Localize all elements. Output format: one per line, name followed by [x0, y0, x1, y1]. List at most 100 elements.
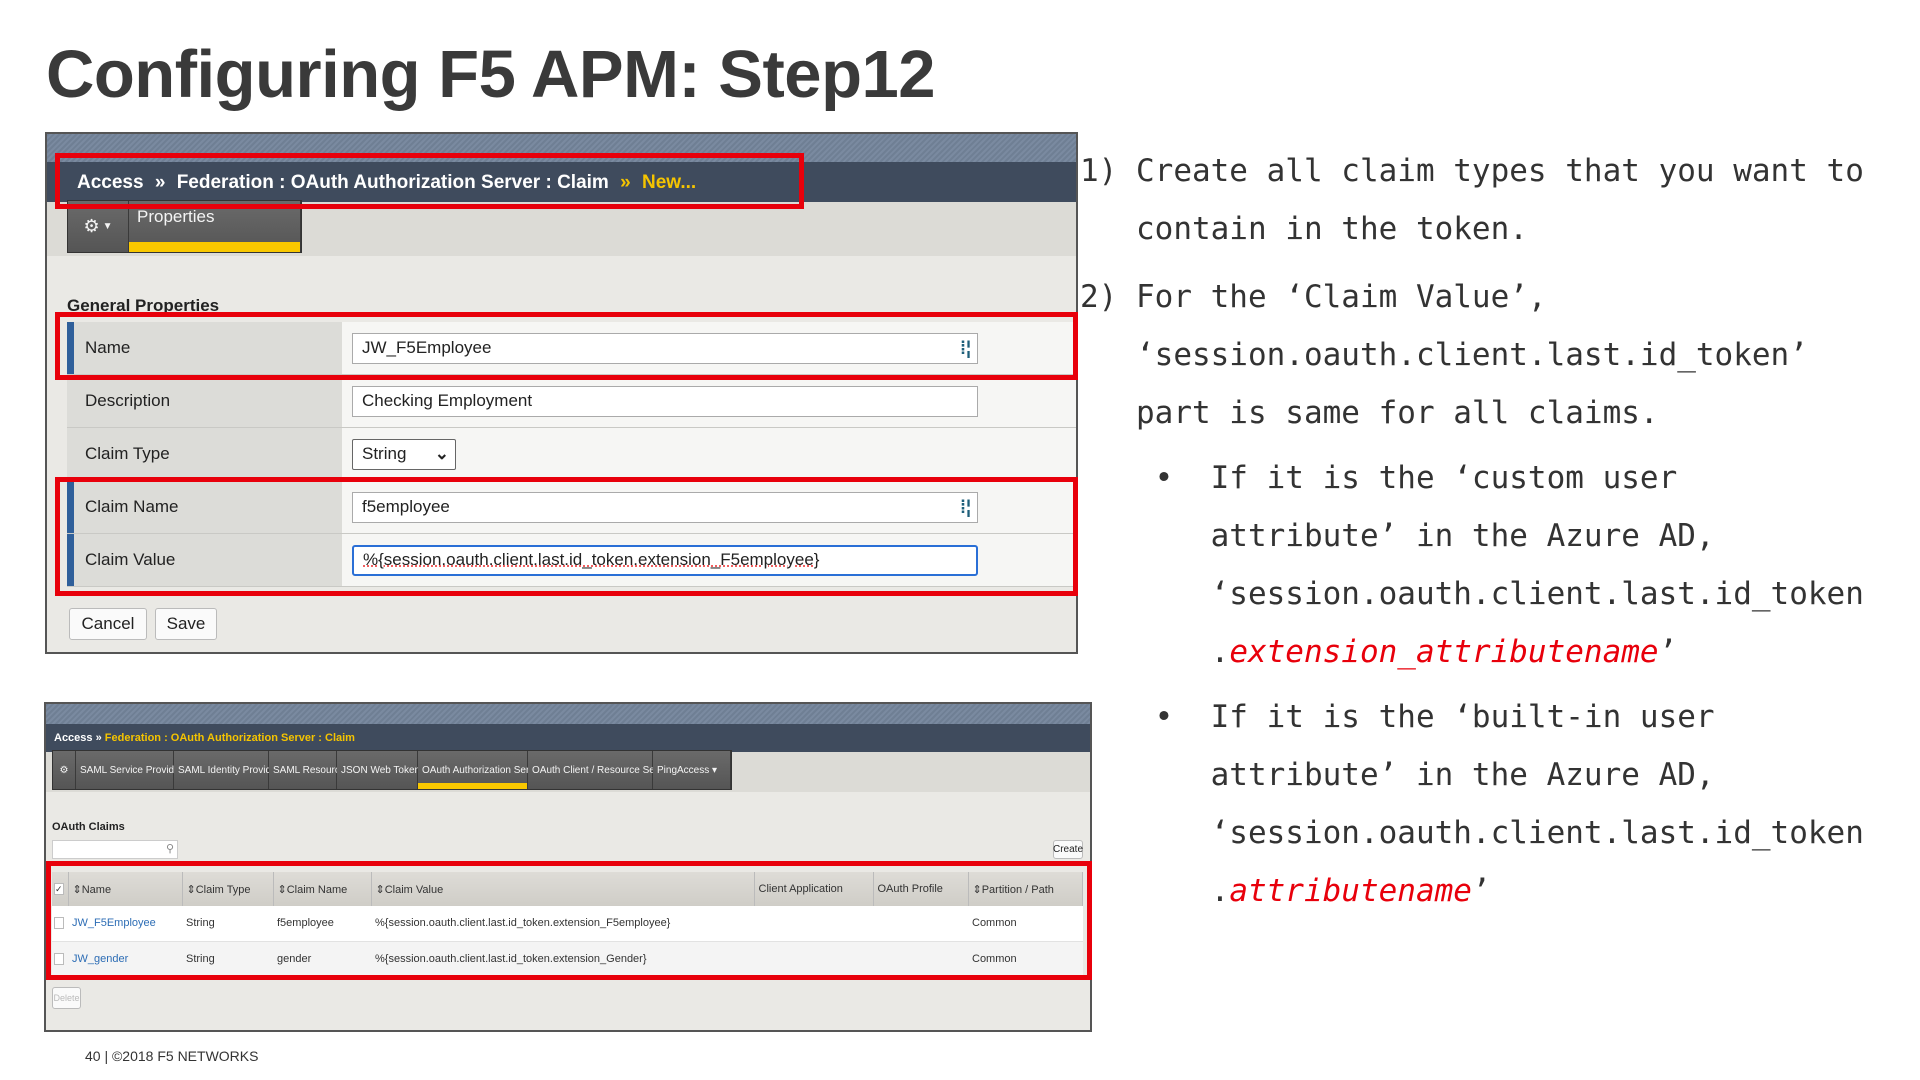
table-header: ✓ ⇕Name ⇕Claim Type ⇕Claim Name ⇕Claim V… — [52, 872, 1083, 906]
name-label: Name — [85, 338, 131, 357]
breadcrumb-separator: » — [620, 172, 631, 193]
claim-name-link[interactable]: JW_F5Employee — [72, 917, 156, 929]
breadcrumb-root[interactable]: Access — [54, 732, 93, 744]
tab-saml-idp[interactable]: SAML Identity Provider ▾ — [174, 751, 288, 789]
cell-claim-name: f5employee — [273, 906, 371, 942]
create-button[interactable]: Create — [1053, 840, 1083, 859]
bullet-builtin-text: ‘session.oauth.client.last.id_token — [1080, 815, 1864, 851]
field-row-name: Name JW_F5Employee ⁞¦ — [67, 322, 1076, 375]
cell-partition: Common — [968, 906, 1083, 942]
table-row: JW_gender String gender %{session.oauth.… — [52, 941, 1083, 977]
gear-icon: ⚙ — [83, 216, 100, 236]
bullet-builtin-text: .attributename’ — [1080, 862, 1864, 920]
search-icon: ⚲ — [165, 843, 174, 855]
step-2-text: ‘session.oauth.client.last.id_token’ — [1080, 337, 1808, 373]
tab-saml-sp[interactable]: SAML Service Provider ▾ — [76, 751, 191, 789]
breadcrumb-separator: » — [154, 172, 166, 193]
description-input[interactable]: Checking Employment — [352, 385, 978, 417]
cell-oauth-profile — [873, 941, 968, 977]
chevron-down-icon: ▼ — [102, 221, 113, 232]
tab-label: Properties — [137, 207, 215, 226]
chevron-down-icon: ⌄ — [434, 443, 449, 463]
footer: 40 | ©2018 F5 NETWORKS — [85, 1048, 259, 1064]
column-label: Client Application — [758, 883, 843, 895]
breadcrumb: Access » Federation : OAuth Authorizatio… — [47, 162, 1076, 202]
column-header-client-application: Client Application — [754, 872, 874, 906]
tab-oauth-client[interactable]: OAuth Client / Resource Server ▾ — [528, 751, 680, 789]
text-part: . — [1080, 634, 1230, 670]
field-row-description: Description Checking Employment — [67, 375, 1076, 428]
tab-pingaccess[interactable]: PingAccess ▾ — [653, 751, 731, 789]
claim-value-value: %{session.oauth.client.last.id_token.ext… — [363, 550, 820, 569]
tab-label: PingAccess ▾ — [657, 764, 718, 776]
cell-partition: Common — [968, 941, 1083, 977]
cell-claim-value: %{session.oauth.client.last.id_token.ext… — [371, 906, 754, 942]
claim-properties-panel: Access » Federation : OAuth Authorizatio… — [45, 132, 1078, 654]
oauth-claims-list-panel: Access » Federation : OAuth Authorizatio… — [44, 702, 1092, 1032]
row-checkbox[interactable] — [54, 952, 64, 965]
breadcrumb-path[interactable]: Federation : OAuth Authorization Server … — [177, 172, 609, 193]
text-part: ’ — [1471, 873, 1491, 909]
field-row-claim-value: Claim Value %{session.oauth.client.last.… — [67, 534, 1076, 587]
tab-label: JSON Web Token ▾ — [341, 764, 428, 776]
step-2-text: 2) For the ‘Claim Value’, — [1080, 279, 1547, 315]
password-manager-icon[interactable]: ⁞¦ — [960, 497, 971, 518]
step-1-text: 1) Create all claim types that you want … — [1080, 153, 1864, 189]
slide-title: Configuring F5 APM: Step12 — [46, 37, 936, 112]
claim-name-input[interactable]: f5employee ⁞¦ — [352, 491, 978, 523]
cell-claim-type: String — [182, 906, 273, 942]
delete-button[interactable]: Delete — [52, 987, 81, 1009]
cell-oauth-profile — [873, 906, 968, 942]
claim-type-label: Claim Type — [85, 444, 170, 463]
bullet-custom-text: • If it is the ‘custom user — [1080, 460, 1678, 496]
breadcrumb-separator: » — [95, 732, 102, 744]
claim-name-link[interactable]: JW_gender — [72, 953, 128, 965]
claim-name-label: Claim Name — [85, 497, 179, 516]
highlighted-attribute: attributename — [1229, 873, 1472, 909]
column-header-claim-type[interactable]: ⇕Claim Type — [182, 872, 274, 906]
bullet-custom-text: .extension_attributename’ — [1080, 623, 1864, 681]
tab-strip: ⚙ ▼ Properties — [67, 200, 302, 253]
highlighted-attribute: extension_attributename — [1229, 634, 1659, 670]
column-header-claim-value[interactable]: ⇕Claim Value — [371, 872, 755, 906]
section-heading: OAuth Claims — [52, 821, 125, 833]
column-header-claim-name[interactable]: ⇕Claim Name — [273, 872, 372, 906]
bullet-builtin-text: • If it is the ‘built-in user — [1080, 699, 1715, 735]
field-label: Name — [67, 322, 342, 374]
description-value: Checking Employment — [362, 391, 533, 410]
claim-value-input[interactable]: %{session.oauth.client.last.id_token.ext… — [352, 544, 978, 576]
search-input[interactable]: ⚲ — [52, 840, 178, 859]
text-part: ’ — [1658, 634, 1678, 670]
claim-name-value: f5employee — [362, 497, 450, 516]
save-button[interactable]: Save — [155, 608, 217, 640]
row-checkbox[interactable] — [54, 917, 64, 930]
column-label: Claim Value — [384, 883, 444, 896]
column-label: Partition / Path — [981, 883, 1054, 896]
tab-strip: ⚙ SAML Service Provider ▾ SAML Identity … — [52, 750, 732, 790]
select-all-checkbox[interactable]: ✓ — [52, 872, 69, 906]
column-header-name[interactable]: ⇕Name — [68, 872, 183, 906]
cancel-button[interactable]: Cancel — [69, 608, 147, 640]
cell-client-application — [754, 906, 873, 942]
tab-properties[interactable]: Properties — [129, 201, 301, 252]
column-header-partition[interactable]: ⇕Partition / Path — [968, 872, 1083, 906]
tab-oauth-authorization-server[interactable]: OAuth Authorization Server ▾ — [418, 751, 551, 789]
cell-client-application — [754, 941, 873, 977]
table-row: JW_F5Employee String f5employee %{sessio… — [52, 906, 1083, 942]
header-band — [46, 704, 1090, 724]
claim-type-select[interactable]: String ⌄ — [352, 438, 456, 470]
breadcrumb-current: New... — [641, 172, 697, 193]
column-label: Name — [81, 883, 112, 896]
gear-menu[interactable]: ⚙ — [53, 751, 76, 789]
breadcrumb-root[interactable]: Access — [77, 172, 144, 193]
instructions: 1) Create all claim types that you want … — [1080, 142, 1864, 920]
header-band — [47, 134, 1076, 162]
tab-json-web-token[interactable]: JSON Web Token ▾ — [337, 751, 428, 789]
column-label: Claim Type — [195, 883, 251, 896]
name-input[interactable]: JW_F5Employee ⁞¦ — [352, 332, 978, 364]
gear-menu[interactable]: ⚙ ▼ — [68, 201, 129, 252]
name-value: JW_F5Employee — [362, 338, 492, 357]
text-part: . — [1080, 873, 1230, 909]
password-manager-icon[interactable]: ⁞¦ — [960, 338, 971, 359]
tab-saml-resources[interactable]: SAML Resources — [269, 751, 350, 789]
